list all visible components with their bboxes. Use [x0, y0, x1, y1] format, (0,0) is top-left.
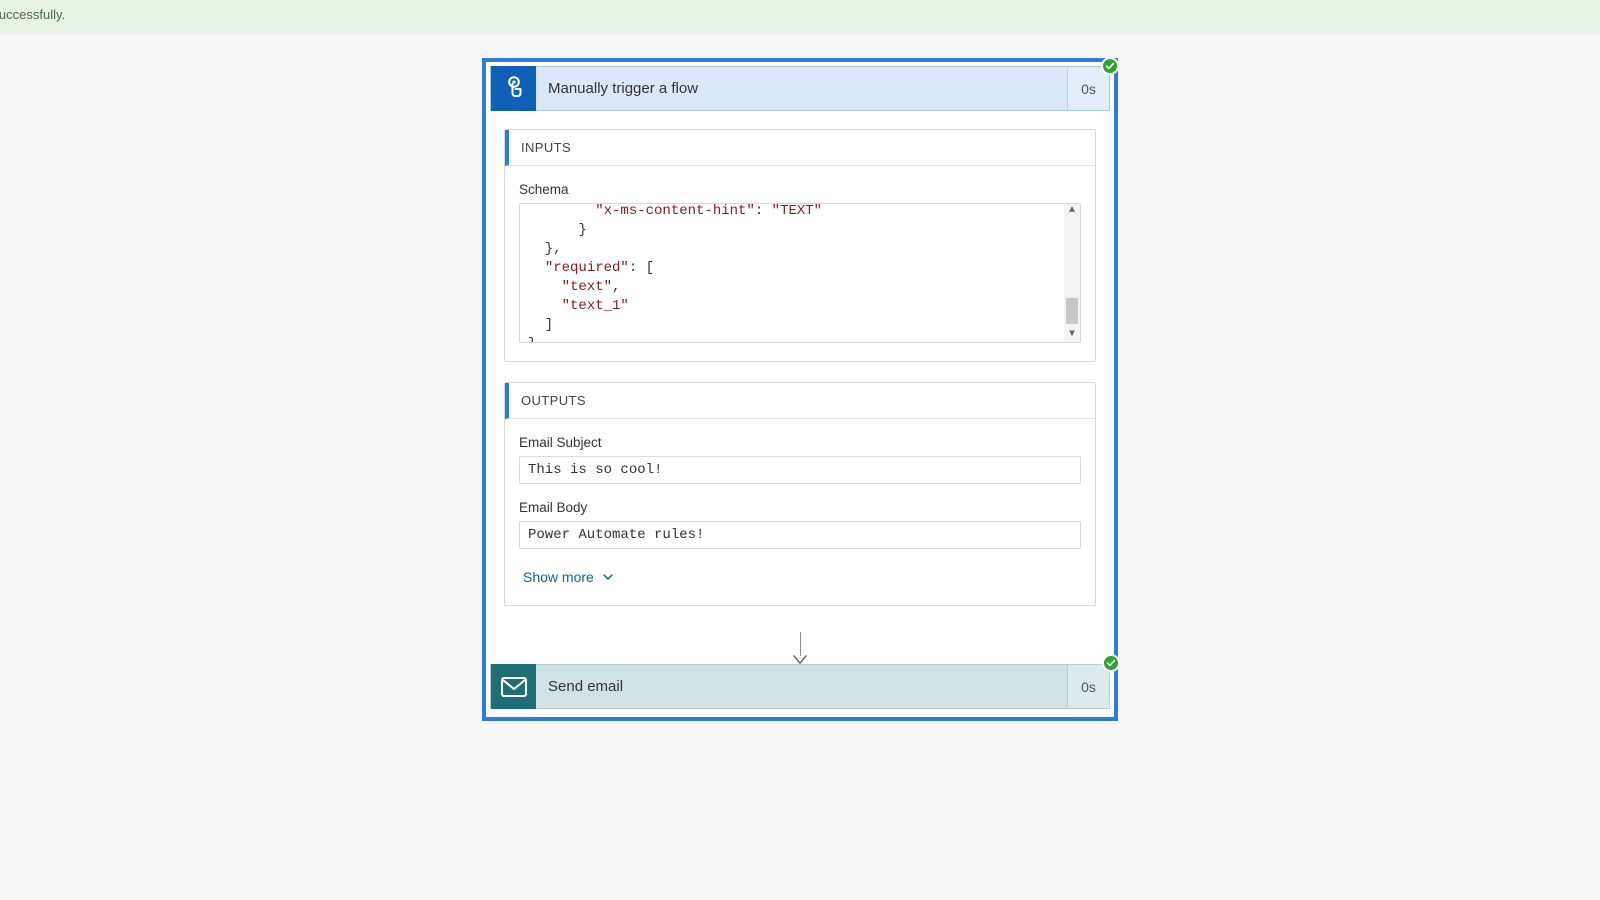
output-field: Email Subject This is so cool!	[519, 435, 1081, 484]
outputs-section: OUTPUTS Email Subject This is so cool! E…	[504, 382, 1096, 606]
scroll-up-icon[interactable]: ▲	[1069, 204, 1075, 218]
scroll-thumb[interactable]	[1066, 298, 1078, 324]
output-field-value[interactable]: Power Automate rules!	[519, 521, 1081, 549]
success-badge-icon	[1102, 654, 1120, 672]
chevron-down-icon	[602, 571, 614, 583]
schema-label: Schema	[519, 182, 1081, 197]
flow-run-container: Manually trigger a flow 0s INPUTS Schema…	[482, 58, 1118, 721]
schema-scrollbar[interactable]: ▲ ▼	[1064, 204, 1080, 342]
flow-canvas: Manually trigger a flow 0s INPUTS Schema…	[0, 34, 1600, 721]
trigger-step-header[interactable]: Manually trigger a flow 0s	[490, 66, 1110, 111]
success-banner: ran successfully.	[0, 0, 1600, 34]
inputs-section: INPUTS Schema "x-ms-content-hint": "TEXT…	[504, 129, 1096, 362]
trigger-step-title: Manually trigger a flow	[536, 80, 1067, 97]
send-email-step[interactable]: Send email 0s	[490, 664, 1110, 709]
send-email-title: Send email	[536, 678, 1067, 695]
mail-icon	[491, 664, 536, 709]
inputs-section-header: INPUTS	[505, 130, 1095, 166]
scroll-down-icon[interactable]: ▼	[1069, 328, 1075, 342]
schema-textarea[interactable]: "x-ms-content-hint": "TEXT" } }, "requir…	[519, 203, 1081, 343]
show-more-label: Show more	[523, 569, 594, 585]
trigger-details-body: INPUTS Schema "x-ms-content-hint": "TEXT…	[490, 111, 1110, 628]
output-field-label: Email Subject	[519, 435, 1081, 450]
trigger-step-duration: 0s	[1067, 67, 1109, 110]
success-banner-text: ran successfully.	[0, 7, 65, 22]
send-email-duration: 0s	[1067, 665, 1109, 708]
output-field-label: Email Body	[519, 500, 1081, 515]
success-badge-icon	[1101, 57, 1119, 75]
outputs-section-header: OUTPUTS	[505, 383, 1095, 419]
flow-arrow-connector	[490, 628, 1110, 666]
touch-icon	[491, 66, 536, 111]
output-field-value[interactable]: This is so cool!	[519, 456, 1081, 484]
output-field: Email Body Power Automate rules!	[519, 500, 1081, 549]
show-more-button[interactable]: Show more	[519, 567, 618, 587]
